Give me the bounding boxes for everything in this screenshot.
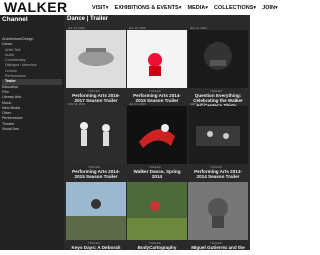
card-title[interactable]: BodyCartography Project's Super Nature [129, 245, 185, 255]
video-thumbnail[interactable] [188, 30, 248, 88]
card-date: JUL 12, 2013 [190, 26, 207, 30]
nav-media[interactable]: MEDIA▾ [187, 5, 208, 11]
card-date: JUL 24, 2014 [129, 102, 146, 106]
breadcrumb: Dance | Trailer [67, 16, 109, 22]
nav-join-label: JOIN [262, 5, 276, 11]
walker-logo[interactable]: WALKER [4, 0, 68, 15]
chevron-down-icon: ▾ [178, 5, 182, 11]
chevron-down-icon: ▾ [275, 5, 278, 11]
chevron-down-icon: ▾ [253, 5, 257, 11]
card-date: JUN 13, 2016 [68, 102, 86, 106]
video-thumbnail[interactable] [66, 106, 126, 164]
chevron-down-icon: ▾ [205, 5, 208, 11]
card-title[interactable]: Miguel Gutierrez and the Powerful People [190, 245, 246, 255]
nav-collections-label: COLLECTIONS [213, 5, 254, 11]
video-thumbnail[interactable] [66, 30, 126, 88]
card-title[interactable]: Walker Dance, Spring 2014 [129, 169, 185, 179]
card-title[interactable]: Performing Arts 2013-2014 Season Trailer [190, 169, 246, 179]
video-thumbnail[interactable] [66, 182, 126, 240]
video-thumbnail[interactable] [127, 182, 187, 240]
video-thumbnail[interactable] [127, 106, 187, 164]
card-title[interactable]: Keys Days: A Deborah Hay Celebration [68, 245, 124, 255]
channel-sidebar: Channel Architecture/Design Dance Artist T… [0, 15, 64, 250]
nav-exhibitions-label: EXHIBITIONS & EVENTS [114, 5, 179, 11]
video-thumbnail[interactable] [188, 182, 248, 240]
card-date: SEP 7, 2013 [190, 102, 206, 106]
nav-join[interactable]: JOIN▾ [262, 5, 278, 11]
card-date: JUL 13, 2016 [68, 26, 85, 30]
sidebar-title: Channel [2, 16, 28, 23]
nav-visit[interactable]: VISIT▾ [92, 5, 109, 11]
top-bar: WALKER VISIT▾ EXHIBITIONS & EVENTS▾ MEDI… [0, 0, 278, 15]
channel-list: Architecture/Design Dance Artist Talk Audio… [2, 37, 62, 132]
card-date: JUL 15, 2015 [129, 26, 146, 30]
nav-collections[interactable]: COLLECTIONS▾ [214, 5, 256, 11]
main-nav: VISIT▾ EXHIBITIONS & EVENTS▾ MEDIA▾ COLL… [92, 5, 278, 11]
nav-exhibitions-events[interactable]: EXHIBITIONS & EVENTS▾ [115, 5, 182, 11]
video-thumbnail[interactable] [127, 30, 187, 88]
nav-media-label: MEDIA [187, 5, 206, 11]
sidebar-item[interactable]: Visual Arts [2, 127, 62, 132]
card-title[interactable]: Performing Arts 2014-2015 Season Trailer [68, 169, 124, 179]
chevron-down-icon: ▾ [105, 5, 109, 11]
main-content: Dance | Trailer TRAILER Performing Arts 2… [64, 15, 250, 255]
nav-visit-label: VISIT [92, 5, 106, 11]
video-thumbnail[interactable] [188, 106, 248, 164]
